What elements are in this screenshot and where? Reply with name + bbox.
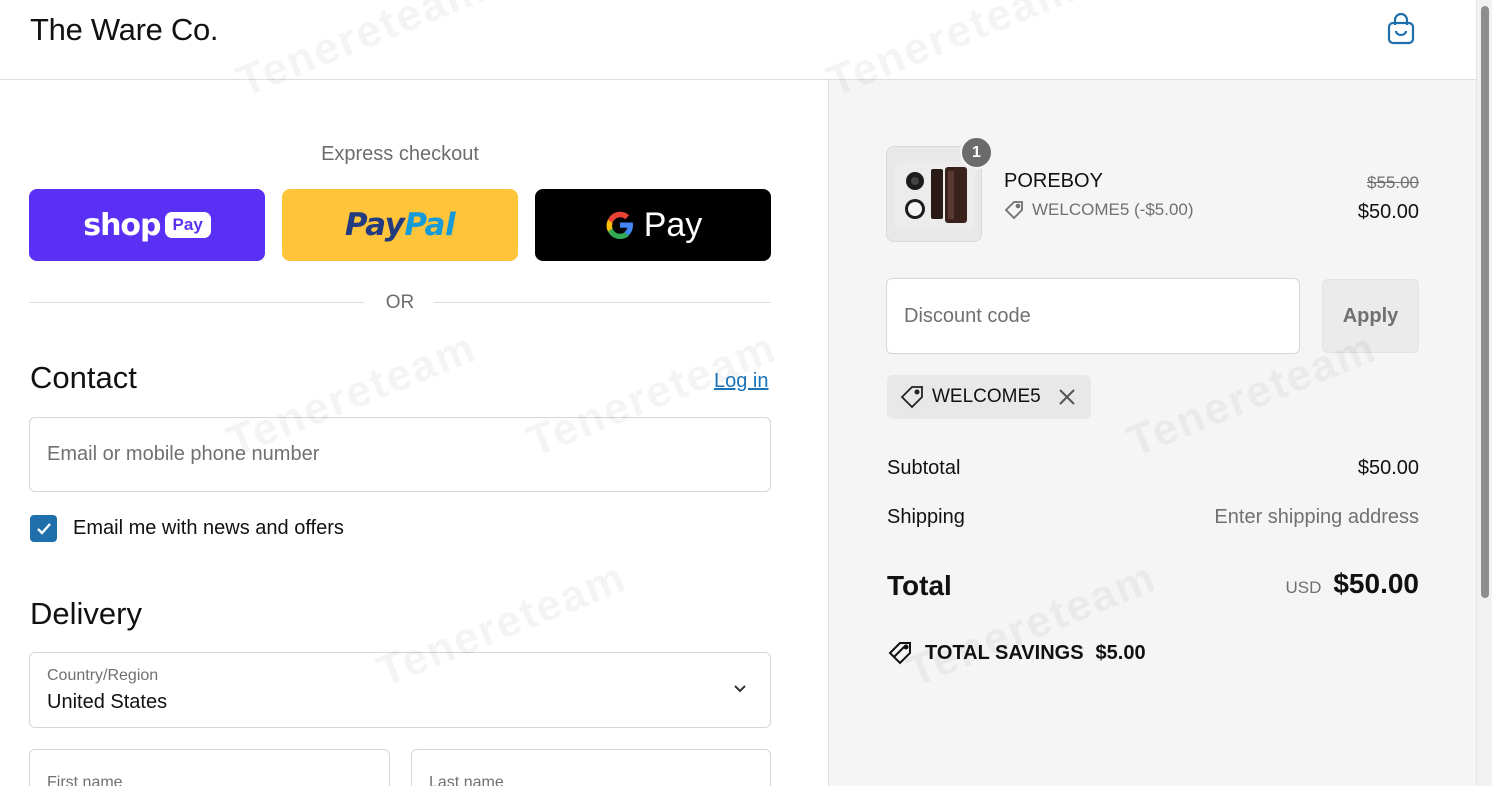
or-divider: OR — [29, 292, 771, 316]
total-label: Total — [887, 570, 952, 601]
country-value: United States — [47, 691, 168, 713]
newsletter-label: Email me with news and offers — [73, 517, 344, 539]
email-field[interactable] — [30, 418, 770, 491]
checkout-form: Express checkout shop Pay PayPal Pay OR … — [0, 80, 828, 786]
item-price: $50.00 — [1357, 201, 1419, 223]
original-price: $55.00 — [1367, 173, 1419, 192]
or-label: OR — [385, 292, 415, 313]
express-checkout-title: Express checkout — [321, 143, 479, 165]
applied-code-label: WELCOME5 — [932, 386, 1041, 407]
shop-pay-button[interactable]: shop Pay — [29, 189, 265, 261]
total-value-group: USD $50.00 — [1285, 568, 1419, 600]
scrollbar-thumb[interactable] — [1481, 6, 1489, 598]
discount-code-input[interactable] — [887, 279, 1299, 353]
log-in-link[interactable]: Log in — [714, 370, 769, 393]
product-discount: WELCOME5 (-$5.00) — [1004, 200, 1194, 220]
savings-tag-icon — [888, 642, 911, 665]
checkmark-icon — [37, 523, 51, 535]
paypal-wordmark: PayPal — [344, 207, 456, 243]
country-label: Country/Region — [47, 667, 159, 684]
page-scrollbar[interactable] — [1476, 0, 1492, 786]
chevron-down-icon — [734, 685, 746, 693]
applied-discount-chip: WELCOME5 — [887, 375, 1091, 419]
total-currency: USD — [1285, 578, 1322, 597]
last-name-label: Last name — [429, 774, 504, 786]
product-discount-text: WELCOME5 (-$5.00) — [1032, 200, 1194, 219]
close-icon[interactable] — [1057, 387, 1077, 407]
google-g-icon — [606, 211, 633, 239]
subtotal-value: $50.00 — [1357, 457, 1419, 479]
shipping-value: Enter shipping address — [1214, 506, 1419, 528]
site-header: The Ware Co. — [0, 0, 1476, 80]
newsletter-checkbox[interactable] — [30, 515, 57, 542]
quantity-badge: 1 — [960, 136, 993, 169]
email-field-wrapper — [29, 417, 771, 492]
shop-pay-pill: Pay — [164, 212, 211, 238]
savings-label: TOTAL SAVINGS — [925, 641, 1084, 664]
shipping-label: Shipping — [887, 506, 965, 528]
google-pay-wordmark: Pay — [643, 205, 703, 244]
total-savings: TOTAL SAVINGS $5.00 — [887, 640, 1146, 666]
shop-pay-wordmark: shop — [83, 207, 161, 243]
order-summary: 1 POREBOY WELCOME5 (-$5.00) $55.00 $50.0… — [828, 80, 1476, 786]
shopping-bag-icon[interactable] — [1384, 12, 1418, 46]
google-pay-button[interactable]: Pay — [535, 189, 771, 261]
paypal-button[interactable]: PayPal — [282, 189, 518, 261]
tag-icon — [1004, 201, 1023, 220]
subtotal-label: Subtotal — [887, 457, 961, 479]
store-logo[interactable]: The Ware Co. — [30, 12, 219, 48]
total-value: $50.00 — [1333, 568, 1419, 599]
product-name: POREBOY — [1004, 170, 1103, 192]
country-select[interactable]: Country/Region United States — [29, 652, 771, 728]
first-name-label: First name — [47, 774, 123, 786]
apply-button[interactable]: Apply — [1322, 279, 1419, 353]
contact-heading: Contact — [30, 360, 137, 395]
savings-value: $5.00 — [1095, 641, 1146, 664]
discount-field-wrapper — [886, 278, 1300, 354]
last-name-field[interactable]: Last name — [411, 749, 771, 786]
first-name-field[interactable]: First name — [29, 749, 390, 786]
delivery-heading: Delivery — [30, 596, 142, 631]
tag-icon — [900, 386, 923, 409]
